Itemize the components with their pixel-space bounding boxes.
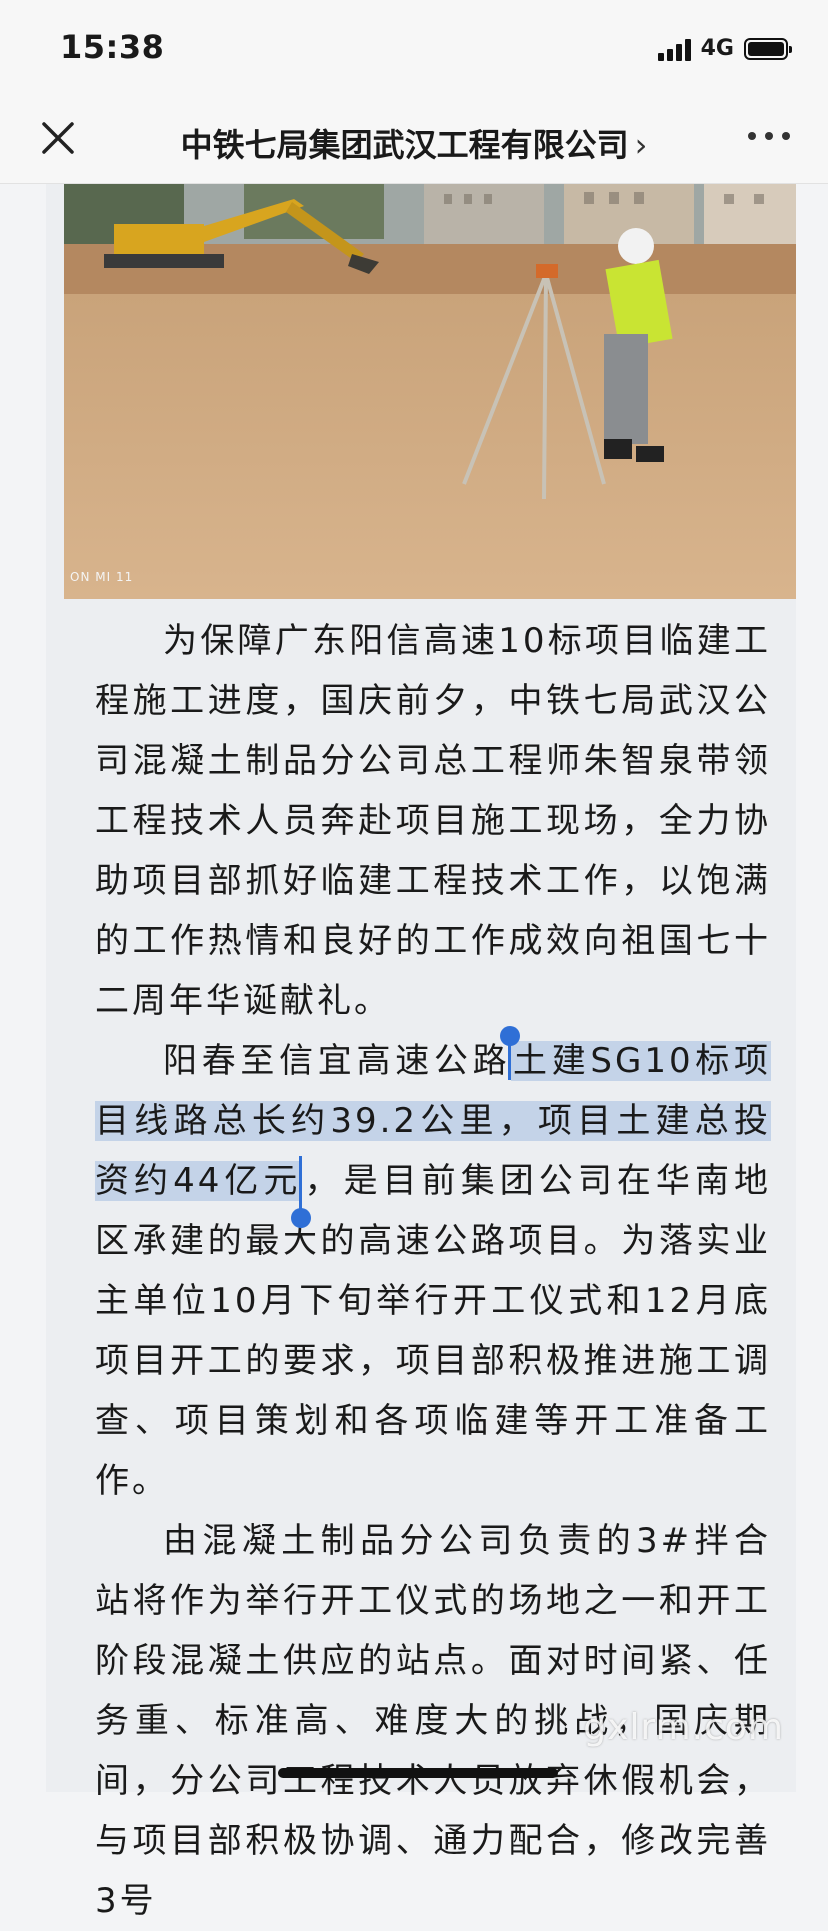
camera-watermark: ON MI 11 (70, 570, 134, 584)
more-icon[interactable] (748, 132, 790, 140)
network-type: 4G (700, 36, 734, 61)
status-time: 15:38 (60, 28, 165, 66)
chevron-right-icon: › (634, 126, 648, 164)
battery-icon (744, 37, 792, 60)
paragraph-1: 为保障广东阳信高速10标项目临建工程施工进度，国庆前夕，中铁七局武汉公司混凝土制… (95, 621, 771, 1021)
status-icons: 4G (657, 36, 792, 61)
nav-bar: 中铁七局集团武汉工程有限公司 › (0, 96, 828, 184)
paragraph-2-text: 阳春至信宜高速公路 (163, 1041, 512, 1081)
status-bar: 15:38 4G (0, 0, 828, 96)
account-title[interactable]: 中铁七局集团武汉工程有限公司 › (0, 120, 828, 166)
signal-icon (657, 37, 691, 61)
paragraph-2: 阳春至信宜高速公路 土建SG10标项目线路总长约39.2公里，项目土建总投资约44… (95, 1026, 772, 1511)
home-indicator[interactable] (278, 1768, 558, 1778)
paragraph-2-rest: ，是目前集团公司在华南地区承建的最大的高速公路项目。为落实业主单位10月下旬举行… (95, 1161, 772, 1501)
account-name: 中铁七局集团武汉工程有限公司 (180, 126, 629, 164)
article-content: ON MI 11 为保障广东阳信高速10标项目临建工程施工进度，国庆前夕，中铁七… (46, 184, 796, 1921)
site-watermark: gxlrm.com (583, 1707, 784, 1748)
construction-photo (64, 184, 796, 599)
